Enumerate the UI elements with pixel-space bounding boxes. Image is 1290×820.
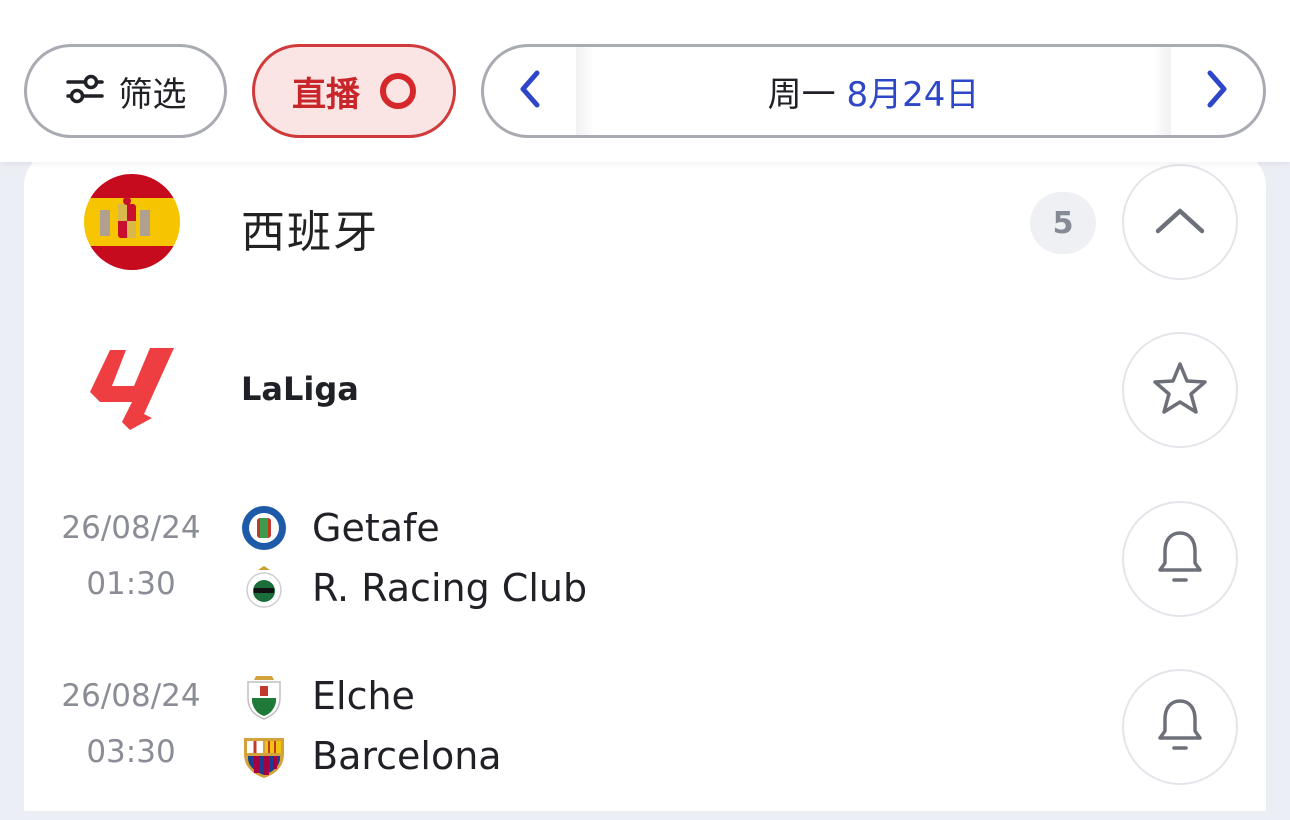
racing-crest-icon — [240, 564, 288, 612]
league-card: 西班牙 5 LaLiga 26/08/24 01:30 Getafe R. Ra… — [24, 150, 1266, 811]
chevron-right-icon — [1204, 69, 1230, 113]
country-name: 西班牙 — [241, 207, 379, 258]
barcelona-crest-icon — [240, 732, 288, 780]
favorite-league-button[interactable] — [1122, 332, 1238, 448]
match-date: 26/08/24 — [61, 678, 201, 714]
filter-label: 筛选 — [118, 74, 187, 115]
away-team: R. Racing Club — [240, 564, 587, 612]
filter-icon — [65, 72, 105, 110]
notify-button[interactable] — [1122, 669, 1238, 785]
home-team: Elche — [240, 672, 415, 720]
getafe-crest-icon — [240, 504, 288, 552]
away-team-name: Barcelona — [312, 734, 502, 778]
date-label: 周一 8月24日 — [768, 67, 980, 116]
home-team: Getafe — [240, 504, 440, 552]
collapse-button[interactable] — [1122, 164, 1238, 280]
date-display[interactable]: 周一 8月24日 — [576, 47, 1171, 135]
elche-crest-icon — [240, 672, 288, 720]
bell-icon — [1156, 696, 1204, 758]
league-name: LaLiga — [241, 370, 359, 408]
chevron-up-icon — [1154, 205, 1206, 239]
star-icon — [1151, 360, 1209, 420]
live-button[interactable]: 直播 — [252, 44, 456, 138]
top-bar: 筛选 直播 周一 8月24日 — [0, 0, 1290, 162]
match-row[interactable]: 26/08/24 01:30 Getafe R. Racing Club — [24, 500, 1266, 630]
home-team-name: Getafe — [312, 506, 440, 550]
live-ring-icon — [380, 73, 416, 109]
filter-button[interactable]: 筛选 — [24, 44, 227, 138]
date-navigator: 周一 8月24日 — [481, 44, 1266, 138]
live-label: 直播 — [292, 74, 360, 115]
bell-icon — [1156, 528, 1204, 590]
match-date: 26/08/24 — [61, 510, 201, 546]
match-time: 03:30 — [86, 734, 176, 770]
away-team: Barcelona — [240, 732, 502, 780]
previous-day-button[interactable] — [484, 47, 576, 135]
away-team-name: R. Racing Club — [312, 566, 588, 610]
weekday-text: 周一 — [767, 74, 836, 115]
date-number-text: 8月24日 — [846, 74, 980, 115]
next-day-button[interactable] — [1171, 47, 1263, 135]
match-count-badge: 5 — [1030, 192, 1096, 254]
spain-flag-icon — [84, 174, 180, 270]
home-team-name: Elche — [312, 674, 415, 718]
laliga-logo — [86, 348, 176, 436]
match-datetime: 26/08/24 01:30 — [56, 500, 206, 612]
match-datetime: 26/08/24 03:30 — [56, 668, 206, 780]
chevron-left-icon — [517, 69, 543, 113]
match-row[interactable]: 26/08/24 03:30 Elche Barcelona — [24, 668, 1266, 798]
match-time: 01:30 — [86, 566, 176, 602]
notify-button[interactable] — [1122, 501, 1238, 617]
